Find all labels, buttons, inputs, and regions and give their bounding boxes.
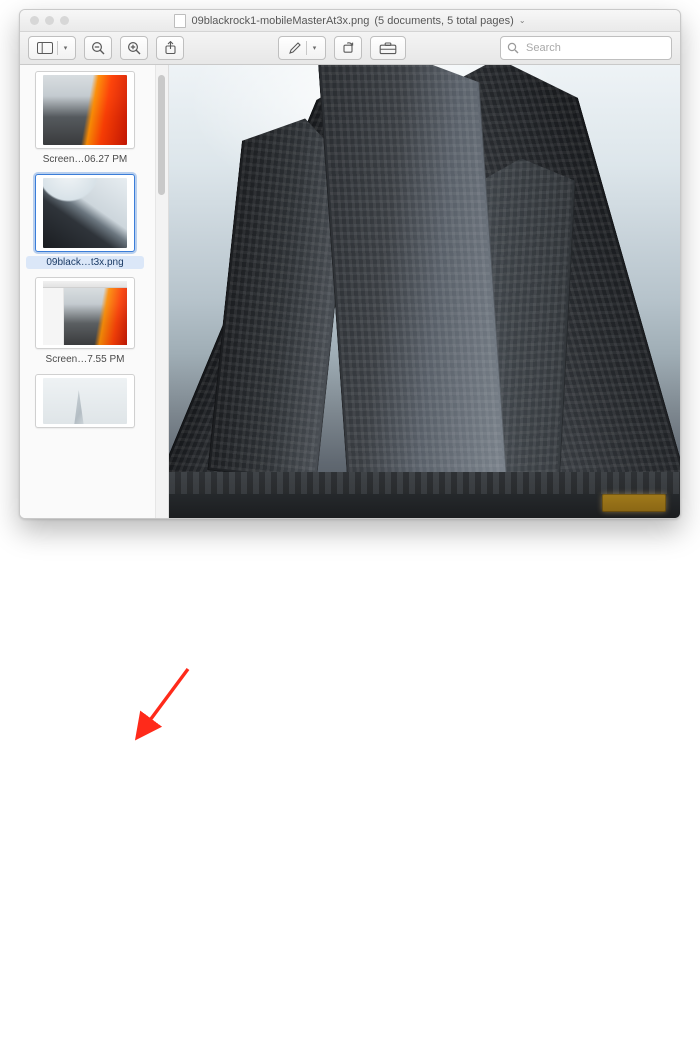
search-input[interactable] xyxy=(524,36,665,60)
image-foreground xyxy=(317,65,507,478)
scrollbar-thumb[interactable] xyxy=(158,75,165,195)
thumbnail-item[interactable] xyxy=(26,374,144,434)
toolbar: ▾ xyxy=(20,32,680,65)
image-foreground xyxy=(169,472,680,518)
thumbnail-list[interactable]: Screen…06.27 PM 09black…t3x.png xyxy=(20,65,155,518)
sidebar-scrollbar[interactable] xyxy=(155,65,168,518)
preview-window: 09blackrock1-mobileMasterAt3x.png (5 doc… xyxy=(19,9,681,519)
view-mode-button[interactable]: ▾ xyxy=(28,36,76,60)
share-icon xyxy=(164,41,177,55)
thumbnail-label: Screen…7.55 PM xyxy=(26,353,144,366)
close-dot[interactable] xyxy=(30,16,39,25)
thumbnail-frame xyxy=(35,174,135,252)
thumbnail-image xyxy=(43,281,127,345)
thumbnail-label: 09black…t3x.png xyxy=(26,256,144,269)
image-viewer[interactable] xyxy=(169,65,680,518)
thumbnail-image xyxy=(43,178,127,248)
zoom-in-button[interactable] xyxy=(120,36,148,60)
toolbox-button[interactable] xyxy=(370,36,406,60)
chevron-down-icon[interactable]: ⌄ xyxy=(519,16,526,25)
titlebar-title: 09blackrock1-mobileMasterAt3x.png (5 doc… xyxy=(20,14,680,28)
search-field[interactable] xyxy=(500,36,672,60)
toolbox-icon xyxy=(379,42,397,55)
thumbnail-frame xyxy=(35,71,135,149)
chevron-down-icon: ▾ xyxy=(313,44,317,52)
thumbnail-item[interactable]: Screen…7.55 PM xyxy=(26,277,144,366)
thumbnail-label xyxy=(26,432,144,434)
rotate-icon xyxy=(341,41,355,55)
traffic-lights xyxy=(20,16,69,25)
thumbnail-frame xyxy=(35,374,135,428)
zoom-in-icon xyxy=(127,41,141,55)
zoom-out-button[interactable] xyxy=(84,36,112,60)
viewer-canvas xyxy=(169,65,680,518)
thumbnail-image xyxy=(43,378,127,424)
thumbnail-item[interactable]: Screen…06.27 PM xyxy=(26,71,144,166)
content-area: Screen…06.27 PM 09black…t3x.png xyxy=(20,65,680,518)
thumbnail-label: Screen…06.27 PM xyxy=(26,153,144,166)
minimize-dot[interactable] xyxy=(45,16,54,25)
share-button[interactable] xyxy=(156,36,184,60)
thumbnail-item[interactable]: 09black…t3x.png xyxy=(26,174,144,269)
file-icon xyxy=(174,14,186,28)
titlebar: 09blackrock1-mobileMasterAt3x.png (5 doc… xyxy=(20,10,680,32)
markup-button[interactable]: ▾ xyxy=(278,36,326,60)
rotate-button[interactable] xyxy=(334,36,362,60)
zoom-dot[interactable] xyxy=(60,16,69,25)
annotation-arrow-icon xyxy=(3,519,700,1053)
chevron-down-icon: ▾ xyxy=(64,44,68,52)
zoom-out-icon xyxy=(91,41,105,55)
title-meta: (5 documents, 5 total pages) xyxy=(374,15,513,27)
thumbnail-sidebar: Screen…06.27 PM 09black…t3x.png xyxy=(20,65,169,518)
search-icon xyxy=(507,42,519,54)
thumbnail-frame xyxy=(35,277,135,349)
sidebar-grid-icon xyxy=(37,42,53,54)
markup-pen-icon xyxy=(288,41,302,55)
title-filename: 09blackrock1-mobileMasterAt3x.png xyxy=(191,15,369,27)
thumbnail-image xyxy=(43,75,127,145)
